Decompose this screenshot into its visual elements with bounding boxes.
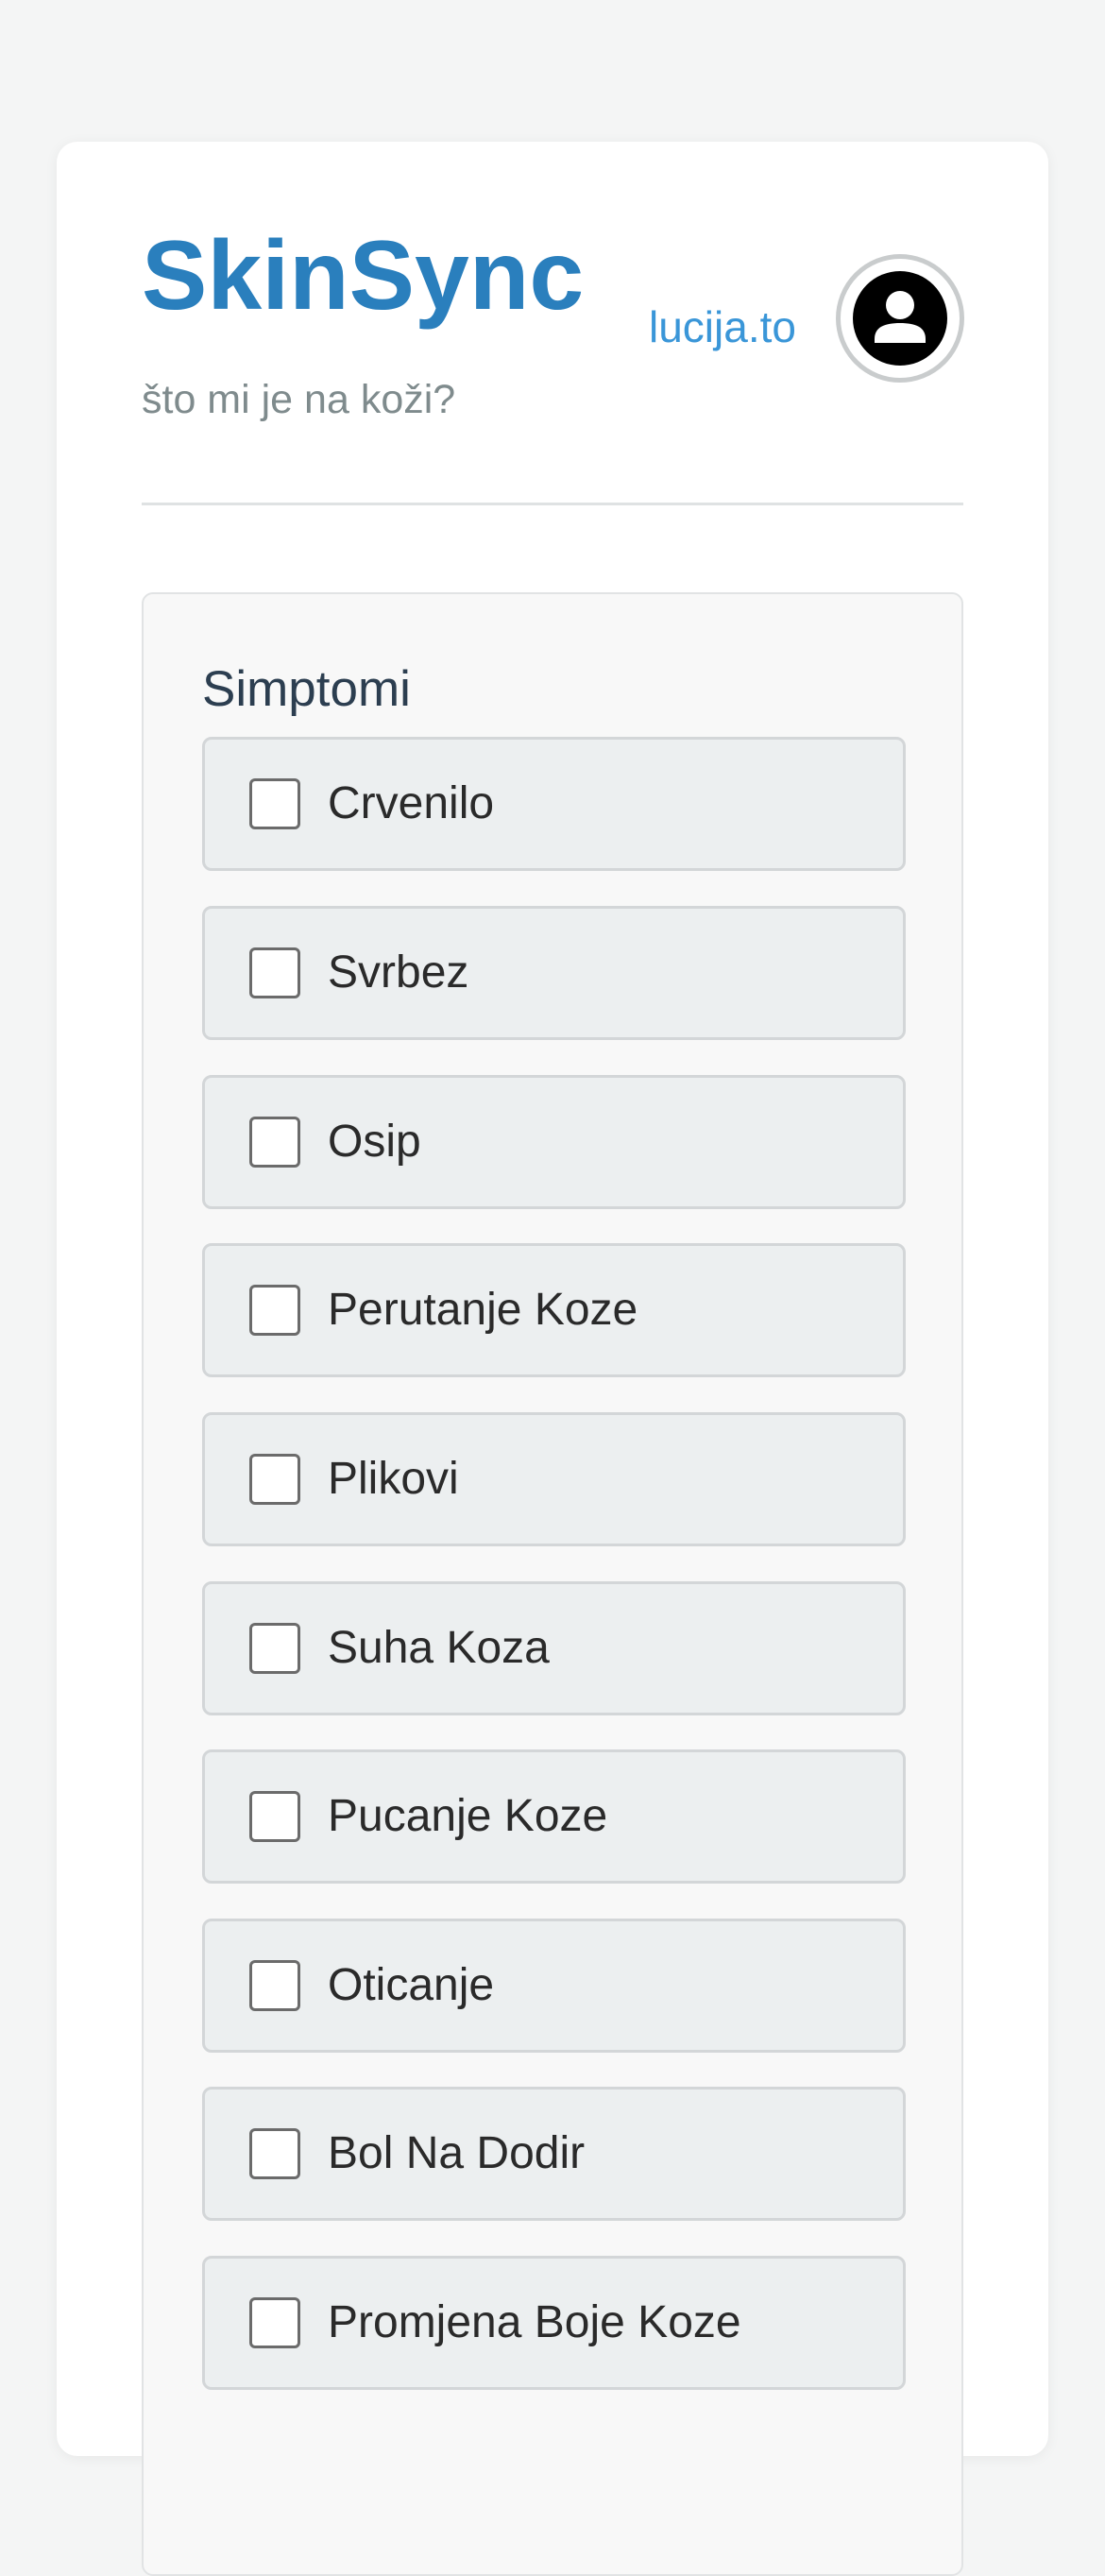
symptom-label: Perutanje Koze [328, 1285, 638, 1335]
header: SkinSync što mi je na koži? lucija.to [142, 142, 964, 504]
symptom-label: Svrbez [328, 947, 469, 998]
app-title: SkinSync [142, 221, 585, 331]
symptom-option[interactable]: Osip [202, 1075, 906, 1209]
symptom-checkbox[interactable] [249, 1623, 300, 1674]
symptom-option[interactable]: Plikovi [202, 1412, 906, 1546]
symptom-option[interactable]: Perutanje Koze [202, 1243, 906, 1377]
symptom-checkbox[interactable] [249, 778, 300, 829]
symptom-label: Oticanje [328, 1960, 495, 2010]
symptom-checkbox[interactable] [249, 1960, 300, 2011]
symptom-label: Promjena Boje Koze [328, 2297, 741, 2347]
symptom-option[interactable]: Oticanje [202, 1919, 906, 2053]
symptom-label: Suha Koza [328, 1623, 550, 1673]
symptom-checkbox[interactable] [249, 947, 300, 998]
symptom-option[interactable]: Bol Na Dodir [202, 2087, 906, 2221]
symptom-checkbox[interactable] [249, 2297, 300, 2348]
symptom-label: Bol Na Dodir [328, 2128, 586, 2178]
symptom-option[interactable]: Pucanje Koze [202, 1749, 906, 1884]
symptom-checkbox[interactable] [249, 1454, 300, 1505]
symptom-label: Crvenilo [328, 778, 495, 828]
app-subtitle: što mi je na koži? [142, 377, 456, 422]
main-card: SkinSync što mi je na koži? lucija.to Si… [57, 142, 1048, 2576]
symptom-option[interactable]: Crvenilo [202, 737, 906, 871]
symptom-checkbox[interactable] [249, 1791, 300, 1842]
symptom-option[interactable]: Promjena Boje Koze [202, 2256, 906, 2390]
symptom-option[interactable]: Svrbez [202, 906, 906, 1040]
symptoms-title: Simptomi [202, 661, 411, 717]
header-divider [142, 503, 963, 505]
symptom-checkbox[interactable] [249, 2128, 300, 2179]
symptom-label: Pucanje Koze [328, 1791, 608, 1841]
symptoms-panel: Simptomi Crvenilo Svrbez Osip Perutanje … [142, 592, 963, 2576]
symptom-label: Plikovi [328, 1454, 459, 1504]
symptom-label: Osip [328, 1117, 421, 1167]
symptom-option[interactable]: Suha Koza [202, 1581, 906, 1715]
symptom-checkbox[interactable] [249, 1117, 300, 1168]
symptom-checkbox[interactable] [249, 1285, 300, 1336]
avatar[interactable] [836, 254, 964, 383]
user-icon [853, 271, 947, 366]
username-link[interactable]: lucija.to [649, 305, 796, 349]
